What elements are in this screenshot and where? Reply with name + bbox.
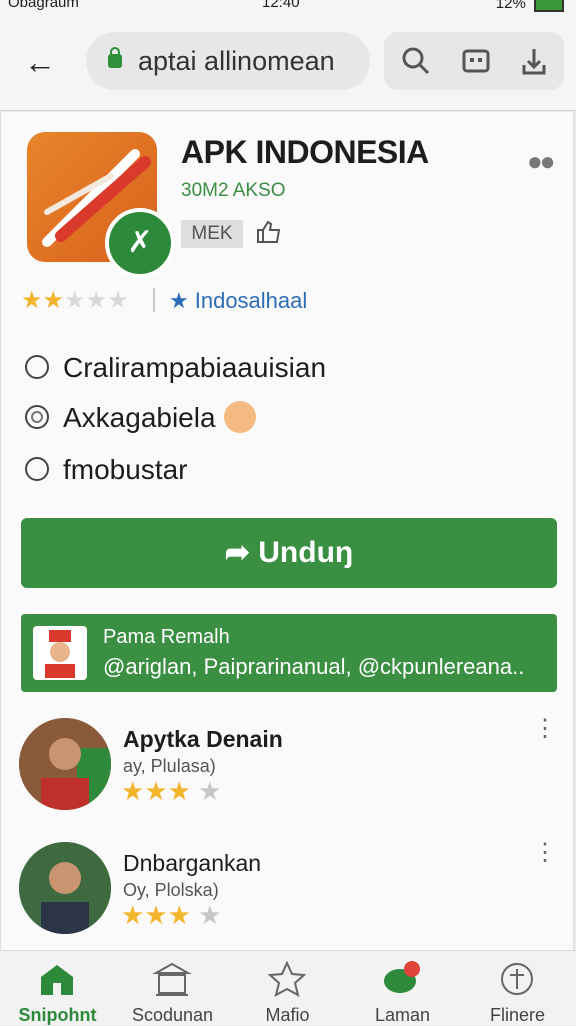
review-menu-icon[interactable]: ⋮ — [533, 717, 557, 741]
address-bar[interactable]: aptai allinomean — [86, 32, 370, 90]
review-item: Dnbargankan Oy, Plolska) ★★★ ★ ⋮ — [1, 841, 573, 952]
review-menu-icon[interactable]: ⋮ — [533, 841, 557, 865]
option-label: fmobustar — [63, 454, 188, 485]
carrier-label: Obagraum — [8, 0, 79, 11]
star-icon: ★ — [167, 776, 191, 806]
divider — [153, 288, 155, 312]
tabs-icon[interactable] — [456, 41, 496, 81]
nav-label: Flinere — [489, 1005, 546, 1025]
nav-label: Scodunan — [131, 1005, 214, 1025]
star-icon: ★ — [167, 900, 191, 930]
status-bar: Obagraum 12:40 12% — [0, 0, 576, 14]
app-card: ✗ APK INDONESIA 30M2 AKSO MEK ●● ★★★★★ ★… — [0, 112, 574, 950]
developer-link[interactable]: ★ Indosalhaal — [169, 288, 307, 314]
worried-face-icon — [223, 400, 256, 433]
lock-icon — [108, 47, 122, 68]
star-icon: ★ — [198, 900, 222, 930]
option-row[interactable]: Cralirampabiaauisian — [25, 348, 326, 388]
reviewer-meta: Oy, Plolska) — [123, 880, 219, 900]
reviewer-name: Dnbargankan — [123, 850, 262, 876]
review-stars: ★★★ ★ — [121, 900, 221, 931]
star-icon: ★ — [121, 776, 145, 806]
radio-button[interactable] — [25, 456, 49, 481]
download-label: Unduŋ — [258, 536, 354, 569]
star-icon: ★ — [169, 288, 189, 313]
developer-name: Indosalhaal — [194, 288, 308, 313]
option-label: Axkagabiela — [63, 402, 216, 433]
tools-badge-icon: ✗ — [105, 208, 175, 278]
option-label: Cralirampabiaauisian — [63, 352, 327, 383]
radio-button[interactable] — [25, 404, 49, 429]
option-row[interactable]: Axkagabiela — [25, 398, 256, 438]
radio-button[interactable] — [25, 354, 49, 379]
nav-item-favorites[interactable]: Mafio — [230, 951, 345, 1025]
star-icon: ★ — [121, 900, 145, 930]
reviewer-meta: ay, Plulasa) — [123, 756, 216, 776]
clock: 12:40 — [262, 0, 300, 11]
browser-toolbar: ← aptai allinomean — [0, 14, 576, 111]
banner-text: @ariglan, Paiprarinanual, @ckpunlereana.… — [103, 654, 525, 679]
review-stars: ★★★ ★ — [121, 776, 221, 807]
download-button[interactable]: ➦ Unduŋ — [21, 518, 557, 588]
nav-item-bank[interactable]: Scodunan — [115, 951, 230, 1025]
option-row[interactable]: fmobustar — [25, 450, 188, 490]
banner-title: Pama Remalh — [103, 626, 230, 648]
app-title: APK INDONESIA — [181, 134, 429, 170]
nav-label: Mafio — [265, 1005, 310, 1025]
banner-avatar — [33, 626, 87, 680]
nav-label: Laman — [374, 1005, 431, 1025]
app-subtitle: 30M2 AKSO — [181, 180, 286, 201]
back-arrow-icon[interactable]: ← — [20, 42, 60, 82]
home-icon — [37, 961, 77, 997]
promo-banner[interactable]: Pama Remalh @ariglan, Paiprarinanual, @c… — [21, 614, 557, 692]
url-text: aptai allinomean — [138, 46, 335, 76]
review-item: Apytka Denain ay, Plulasa) ★★★ ★ ⋮ — [1, 717, 573, 828]
nav-item-settings[interactable]: Flinere — [460, 951, 575, 1025]
nav-item-chat[interactable]: Laman — [345, 951, 460, 1025]
thumb-up-icon[interactable] — [255, 218, 283, 246]
more-options-icon[interactable]: ●● — [527, 146, 555, 177]
avatar — [19, 842, 111, 934]
search-icon[interactable] — [396, 41, 436, 81]
nav-item-home[interactable]: Snipohnt — [0, 951, 115, 1025]
app-tag: MEK — [181, 220, 243, 248]
star-icon: ★ — [107, 287, 129, 314]
star-icon: ★ — [144, 776, 168, 806]
star-icon: ★ — [144, 900, 168, 930]
battery-icon — [534, 0, 564, 12]
reviewer-name: Apytka Denain — [123, 726, 283, 752]
star-icon: ★ — [85, 287, 108, 314]
star-icon — [267, 960, 307, 997]
star-icon: ★ — [42, 287, 65, 314]
rating-stars: ★★★★★ — [21, 286, 129, 315]
bank-icon — [152, 961, 192, 997]
star-icon: ★ — [198, 776, 222, 806]
nav-label: Snipohnt — [18, 1005, 97, 1025]
download-icon[interactable] — [514, 41, 554, 81]
share-arrow-icon: ➦ — [224, 536, 250, 569]
avatar — [19, 718, 111, 810]
bottom-nav: Snipohnt Scodunan Mafio Laman Flinere — [0, 950, 576, 1025]
browser-tools — [384, 32, 564, 90]
star-icon: ★ — [21, 287, 43, 314]
settings-icon — [497, 961, 537, 997]
chat-icon — [382, 961, 422, 997]
star-icon: ★ — [64, 287, 86, 314]
battery-level: 12% — [495, 0, 526, 12]
